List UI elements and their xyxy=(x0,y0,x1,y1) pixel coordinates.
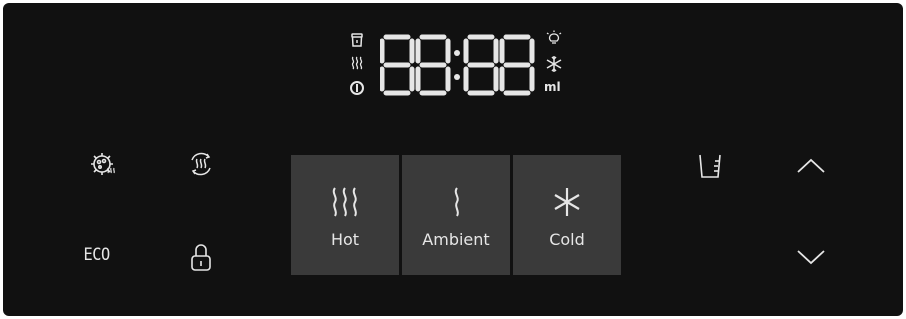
cold-label: Cold xyxy=(549,229,585,249)
chevron-up-icon[interactable] xyxy=(796,158,826,174)
ambient-button[interactable]: Ambient xyxy=(402,155,510,275)
cup-volume-icon[interactable] xyxy=(697,152,723,180)
reheat-icon[interactable] xyxy=(187,150,215,178)
eco-button[interactable]: ECO xyxy=(83,245,110,265)
hot-icon xyxy=(328,182,362,222)
sterilize-icon[interactable] xyxy=(88,150,118,178)
cold-icon xyxy=(551,182,583,222)
snowflake-icon xyxy=(545,55,563,73)
ambient-label: Ambient xyxy=(422,229,490,249)
cold-button[interactable]: Cold xyxy=(513,155,621,275)
drop-icon xyxy=(349,78,365,96)
ambient-icon xyxy=(448,182,464,222)
unit-ml: ml xyxy=(544,80,561,94)
lock-icon[interactable] xyxy=(189,243,213,273)
heating-icon xyxy=(350,55,364,71)
hot-label: Hot xyxy=(330,229,360,249)
chevron-down-icon[interactable] xyxy=(796,249,826,265)
time-display xyxy=(380,34,535,96)
cup-icon xyxy=(350,32,364,48)
bulb-icon xyxy=(545,30,563,48)
hot-button[interactable]: Hot xyxy=(291,155,399,275)
